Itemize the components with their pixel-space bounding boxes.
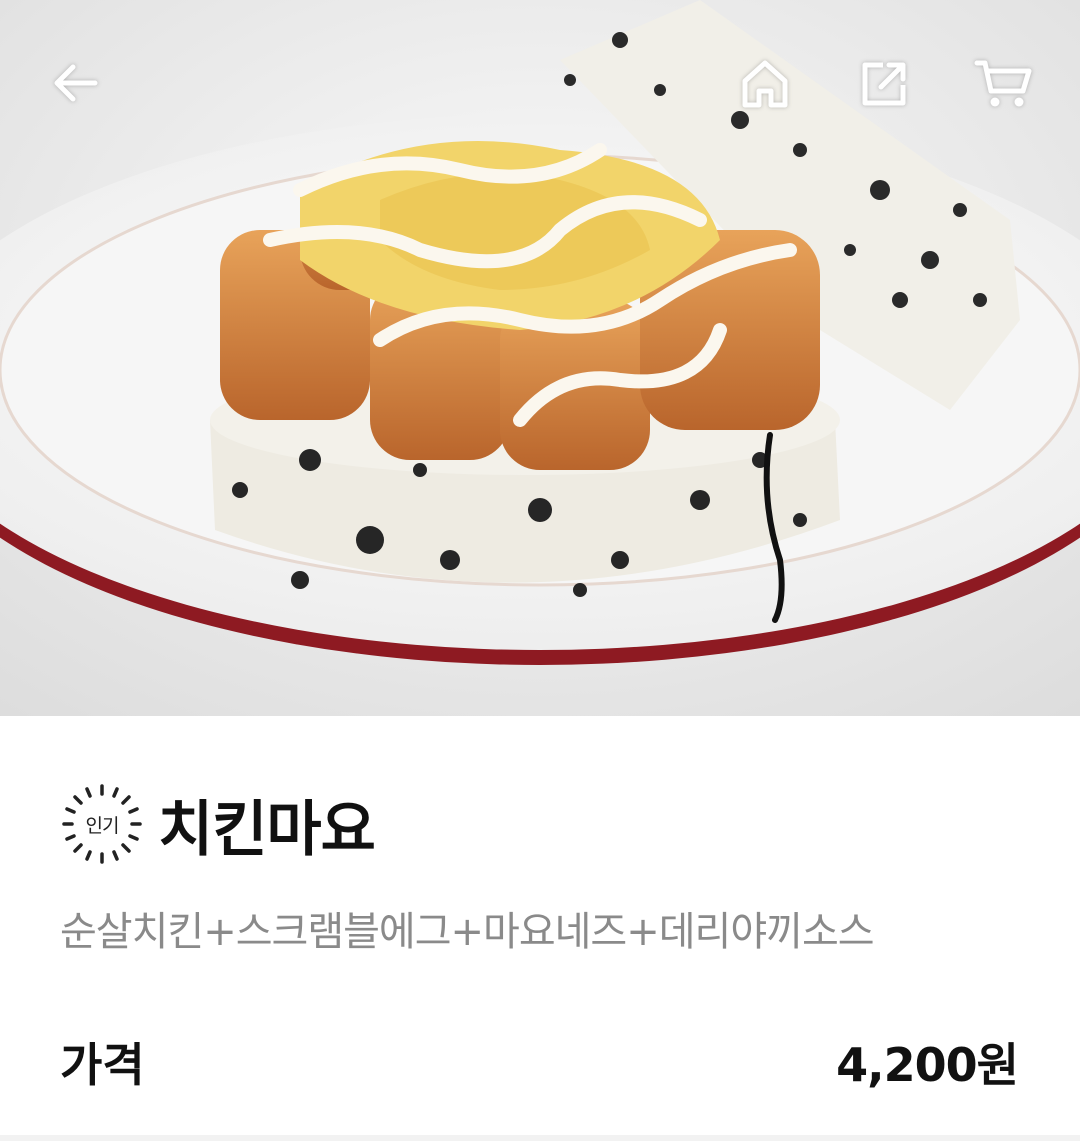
product-info: 인기 치킨마요 순살치킨+스크램블에그+마요네즈+데리야끼소스 가격 4,200… — [0, 716, 1080, 1141]
arrow-left-icon — [54, 64, 98, 102]
back-button[interactable] — [40, 48, 110, 118]
share-button[interactable] — [850, 48, 920, 118]
badge-label: 인기 — [85, 814, 120, 837]
home-icon — [742, 60, 788, 108]
popular-badge: 인기 — [60, 782, 144, 866]
title-row: 인기 치킨마요 — [60, 782, 376, 866]
product-description: 순살치킨+스크램블에그+마요네즈+데리야끼소스 — [60, 909, 875, 955]
product-image — [0, 0, 1080, 716]
price-label: 가격 — [60, 1038, 145, 1092]
price-value: 4,200원 — [836, 1038, 1019, 1092]
divider — [0, 1135, 1080, 1141]
product-name: 치킨마요 — [158, 794, 376, 865]
top-bar — [0, 0, 1080, 170]
share-icon — [862, 62, 906, 106]
cart-button[interactable] — [968, 48, 1038, 118]
price-row: 가격 4,200원 — [60, 1029, 1019, 1095]
cart-icon — [974, 60, 1032, 107]
home-button[interactable] — [730, 48, 800, 118]
